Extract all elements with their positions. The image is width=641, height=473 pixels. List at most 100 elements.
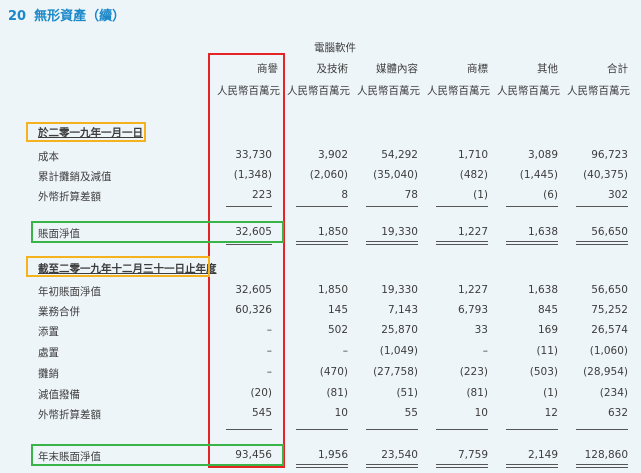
subtotal-rule (576, 206, 628, 207)
cell-total: 56,650 (591, 226, 628, 238)
total-double-rule (296, 464, 348, 468)
row-label: 攤銷 (38, 368, 59, 380)
cell-trademark: (81) (466, 387, 488, 399)
subtotal-rule (506, 429, 558, 430)
row-amortisation: 攤銷 – (470) (27,758) (223) (503) (28,954) (0, 362, 641, 384)
cell-software: 8 (341, 189, 348, 201)
total-double-rule (576, 241, 628, 245)
row-label: 外幣折算差額 (38, 409, 101, 421)
row-fx-difference-2: 外幣折算差額 545 10 55 10 12 632 (0, 403, 641, 425)
row-label: 累計攤銷及減值 (38, 171, 112, 183)
row-cost: 成本 33,730 3,902 54,292 1,710 3,089 96,723 (0, 145, 641, 167)
cell-trademark: 1,227 (457, 226, 488, 238)
cell-total: 302 (607, 189, 628, 201)
row-label: 外幣折算差額 (38, 191, 101, 203)
cell-software: 3,902 (317, 149, 348, 161)
row-accumulated-amortisation: 累計攤銷及減值 (1,348) (2,060) (35,040) (482) (1,445… (0, 165, 641, 187)
cell-software: (81) (326, 387, 348, 399)
cell-software: 145 (327, 304, 348, 316)
cell-media: 55 (404, 407, 418, 419)
cell-trademark: (223) (459, 366, 488, 378)
cell-media: 23,540 (381, 449, 418, 461)
cell-other: 12 (544, 407, 558, 419)
subtotal-rule (576, 429, 628, 430)
total-double-rule (506, 464, 558, 468)
row-disposals: 處置 – – (1,049) – (11) (1,060) (0, 341, 641, 363)
year-section-highlight (26, 256, 210, 277)
cell-software: 502 (327, 324, 348, 336)
subtotal-rule (366, 429, 418, 430)
row-additions: 添置 –502 25,870 33 169 26,574 (0, 320, 641, 342)
cell-other: 845 (537, 304, 558, 316)
total-double-rule (436, 464, 488, 468)
header-trademark: 商標 (467, 63, 488, 75)
cell-trademark: 33 (474, 324, 488, 336)
cell-total: (28,954) (583, 366, 628, 378)
cell-total: 75,252 (591, 304, 628, 316)
subtotal-rule (506, 206, 558, 207)
header-software-unit: 人民幣百萬元 (287, 85, 350, 97)
cell-media: (27,758) (373, 366, 418, 378)
subtotal-rule (296, 429, 348, 430)
header-trademark-unit: 人民幣百萬元 (427, 85, 490, 97)
section-number: 20 (8, 9, 27, 24)
cell-total: 632 (607, 407, 628, 419)
header-media-unit: 人民幣百萬元 (357, 85, 420, 97)
cell-media: 19,330 (381, 284, 418, 296)
total-double-rule (576, 464, 628, 468)
cell-media: 54,292 (381, 149, 418, 161)
total-double-rule (506, 241, 558, 245)
cell-other: 1,638 (527, 226, 558, 238)
cell-other: (1) (543, 387, 558, 399)
cell-other: (1,445) (519, 169, 558, 181)
subtotal-rule (296, 206, 348, 207)
total-double-rule (366, 241, 418, 245)
row-impairment: 減值撥備 (20) (81) (51) (81) (1) (234) (0, 383, 641, 405)
row-label: 減值撥備 (38, 389, 80, 401)
cell-media: (1,049) (379, 345, 418, 357)
cell-total: (1,060) (589, 345, 628, 357)
header-total: 合計 (607, 63, 628, 75)
cell-software: 10 (334, 407, 348, 419)
cell-total: (40,375) (583, 169, 628, 181)
cell-trademark: (1) (473, 189, 488, 201)
cell-other: (503) (529, 366, 558, 378)
cell-media: 7,143 (387, 304, 418, 316)
cell-total: 56,650 (591, 284, 628, 296)
cell-total: (234) (599, 387, 628, 399)
cell-software: 1,956 (317, 449, 348, 461)
row-label: 年初賬面淨值 (38, 286, 101, 298)
row-label: 添置 (38, 326, 59, 338)
subtotal-rule (366, 206, 418, 207)
header-total-unit: 人民幣百萬元 (567, 85, 630, 97)
section-heading: 無形資產（續） (34, 9, 126, 24)
date-section-highlight (26, 122, 146, 142)
cell-media: (51) (396, 387, 418, 399)
row-label: 處置 (38, 347, 59, 359)
cell-other: 2,149 (527, 449, 558, 461)
cell-software: 1,850 (317, 226, 348, 238)
goodwill-column-highlight (208, 53, 285, 468)
header-software-line1: 電腦軟件 (314, 42, 356, 54)
row-label: 成本 (38, 151, 59, 163)
closing-net-book-value-highlight (31, 444, 284, 466)
cell-total: 26,574 (591, 324, 628, 336)
cell-trademark: – (482, 345, 488, 357)
cell-trademark: 10 (474, 407, 488, 419)
header-other: 其他 (537, 63, 558, 75)
cell-other: (6) (543, 189, 558, 201)
cell-media: (35,040) (373, 169, 418, 181)
subtotal-rule (436, 206, 488, 207)
cell-other: (11) (536, 345, 558, 357)
header-media: 媒體內容 (376, 63, 418, 75)
cell-media: 19,330 (381, 226, 418, 238)
total-double-rule (366, 464, 418, 468)
cell-trademark: 7,759 (457, 449, 488, 461)
cell-total: 128,860 (584, 449, 628, 461)
header-other-unit: 人民幣百萬元 (497, 85, 560, 97)
cell-software: (2,060) (309, 169, 348, 181)
total-double-rule (296, 241, 348, 245)
cell-other: 169 (537, 324, 558, 336)
header-software-line2: 及技術 (316, 63, 349, 75)
row-opening-nbv: 年初賬面淨值 32,605 1,850 19,330 1,227 1,638 56,650 (0, 280, 641, 302)
